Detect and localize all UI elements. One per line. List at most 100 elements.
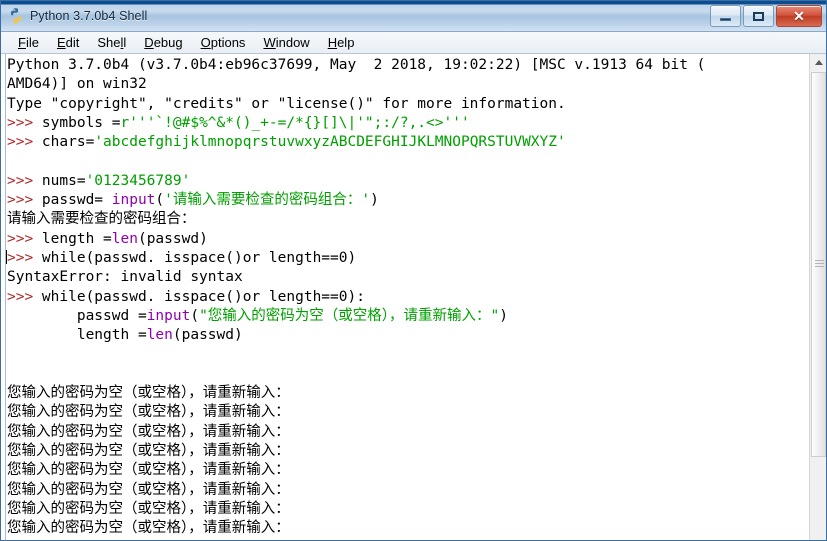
token-stdout: 您输入的密码为空（或空格），请重新输入： [7,462,290,479]
minimize-button[interactable] [710,5,741,27]
shell-line-stdout-prompt-1: 请输入需要检查的密码组合： [7,210,804,229]
minimize-icon [720,18,731,21]
token-prompt: >>> [7,230,42,247]
window-title: Python 3.7.0b4 Shell [30,9,148,23]
token-builtin: len [146,327,173,344]
shell-line-banner-3: Type "copyright", "credits" or "license(… [7,95,804,114]
shell-line-stdout-retry-3: 您输入的密码为空（或空格），请重新输入： [7,423,804,442]
token-plain: (passwd) [137,230,208,247]
token-plain: (passwd. isspace() [85,249,243,266]
menu-item-edit[interactable]: Edit [48,34,88,52]
menu-bar: File Edit Shell Debug Options Window Help [1,32,826,54]
menu-item-debug[interactable]: Debug [135,34,191,52]
token-stdout: 您输入的密码为空（或空格），请重新输入： [7,500,290,517]
token-plain: ) [370,192,379,209]
token-builtin: input [111,192,156,209]
menu-item-shell[interactable]: Shell [88,34,135,52]
token-plain: ( [155,192,165,209]
shell-line-stdout-retry-1: 您输入的密码为空（或空格），请重新输入： [7,384,804,403]
scroll-down-button[interactable] [810,525,826,540]
shell-line-input-nums: >>> nums='0123456789' [7,172,804,191]
idle-shell-window: Python 3.7.0b4 Shell ✕ File Edit Shell Debu… [0,0,827,541]
token-keyword: or [242,288,261,305]
token-string: r'''`!@#$%^&*()_+-=/*{}[]\|'";:/?,.<>''' [120,114,470,131]
menu-item-file[interactable]: File [9,34,48,52]
token-plain: length = [41,230,112,247]
token-plain: (passwd) [172,327,243,344]
shell-line-blank-1 [7,152,804,171]
token-stdout: 您输入的密码为空（或空格），请重新输入： [7,481,290,498]
shell-line-stdout-retry-4: 您输入的密码为空（或空格），请重新输入： [7,442,804,461]
scrollbar-thumb[interactable] [811,72,826,457]
token-stdout: 您输入的密码为空（或空格），请重新输入： [7,404,290,421]
shell-line-input-symbols: >>> symbols =r'''`!@#$%^&*()_+-=/*{}[]\|… [7,114,804,133]
token-plain: ( [190,307,200,324]
chevron-up-icon [814,60,823,65]
shell-line-banner-2: AMD64)] on win32 [7,75,804,94]
shell-line-stdout-retry-8: 您输入的密码为空（或空格），请重新输入： [7,519,804,538]
token-plain: (passwd. isspace() [85,288,243,305]
token-plain: passwd= [41,192,112,209]
token-builtin: len [111,230,138,247]
python-idle-icon [7,7,25,25]
token-stdout: 您输入的密码为空（或空格），请重新输入： [7,442,290,459]
shell-line-stdout-retry-6: 您输入的密码为空（或空格），请重新输入： [7,481,804,500]
close-icon: ✕ [793,8,805,24]
token-string: "您输入的密码为空（或空格），请重新输入：" [199,307,500,324]
shell-output[interactable]: Python 3.7.0b4 (v3.7.0b4:eb96c37699, May… [6,56,804,540]
shell-line-stdout-retry-5: 您输入的密码为空（或空格），请重新输入： [7,461,804,480]
shell-line-input-length-1: >>> length =len(passwd) [7,230,804,249]
token-string: '0123456789' [85,172,191,189]
maximize-icon [753,11,764,21]
shell-line-input-while-good: >>> while(passwd. isspace()or length==0)… [7,288,804,307]
menu-item-help[interactable]: Help [319,34,364,52]
token-keyword: or [242,249,261,266]
token-string: '请输入需要检查的密码组合：' [164,192,371,209]
shell-line-banner-1: Python 3.7.0b4 (v3.7.0b4:eb96c37699, May… [7,56,804,75]
token-plain: length==0) [260,249,357,266]
scrollbar-grip-icon [815,259,824,270]
shell-line-stdout-retry-7: 您输入的密码为空（或空格），请重新输入： [7,500,804,519]
shell-line-input-body-1: passwd =input("您输入的密码为空（或空格），请重新输入：") [7,307,804,326]
token-prompt: >>> [7,249,42,266]
shell-text-area[interactable]: Python 3.7.0b4 (v3.7.0b4:eb96c37699, May… [1,54,826,540]
token-string: 'abcdefghijklmnopqrstuvwxyzABCDEFGHIJKLM… [94,134,566,151]
token-stdout: 您输入的密码为空（或空格），请重新输入： [7,423,290,440]
token-plain: nums= [41,172,86,189]
scroll-up-button[interactable] [810,54,826,71]
token-builtin: input [146,307,191,324]
left-margin-rule [1,54,6,540]
token-plain: Python 3.7.0b4 (v3.7.0b4:eb96c37699, May… [7,57,706,73]
token-prompt: >>> [7,134,42,151]
vertical-scrollbar[interactable] [809,54,826,540]
shell-line-blank-3 [7,365,804,384]
token-plain: symbols = [41,114,121,131]
shell-line-input-while-bad: >>> while(passwd. isspace()or length==0) [6,249,804,268]
menu-item-options[interactable]: Options [192,34,255,52]
token-plain: AMD64)] on win32 [7,76,147,93]
shell-line-syntax-error: SyntaxError: invalid syntax [7,268,804,287]
shell-line-blank-2 [7,345,804,364]
token-prompt: >>> [7,114,42,131]
close-button[interactable]: ✕ [776,5,822,27]
token-prompt: >>> [7,192,42,209]
token-prompt: >>> [7,288,42,305]
token-plain: Type "copyright", "credits" or "license(… [7,95,566,112]
maximize-button[interactable] [743,5,774,27]
shell-line-stdout-retry-2: 您输入的密码为空（或空格），请重新输入： [7,403,804,422]
token-plain: length==0): [260,288,365,305]
title-bar[interactable]: Python 3.7.0b4 Shell ✕ [1,1,826,32]
token-stdout: 您输入的密码为空（或空格），请重新输入： [7,385,290,402]
token-keyword: while [41,249,86,266]
token-plain: chars= [41,134,95,151]
token-plain: passwd = [7,307,147,324]
token-keyword: while [41,288,86,305]
token-stdout: 请输入需要检查的密码组合： [7,211,196,228]
menu-item-window[interactable]: Window [254,34,318,52]
token-plain: length = [7,327,147,344]
window-controls: ✕ [710,5,822,27]
token-stdout: 您输入的密码为空（或空格），请重新输入： [7,520,290,537]
